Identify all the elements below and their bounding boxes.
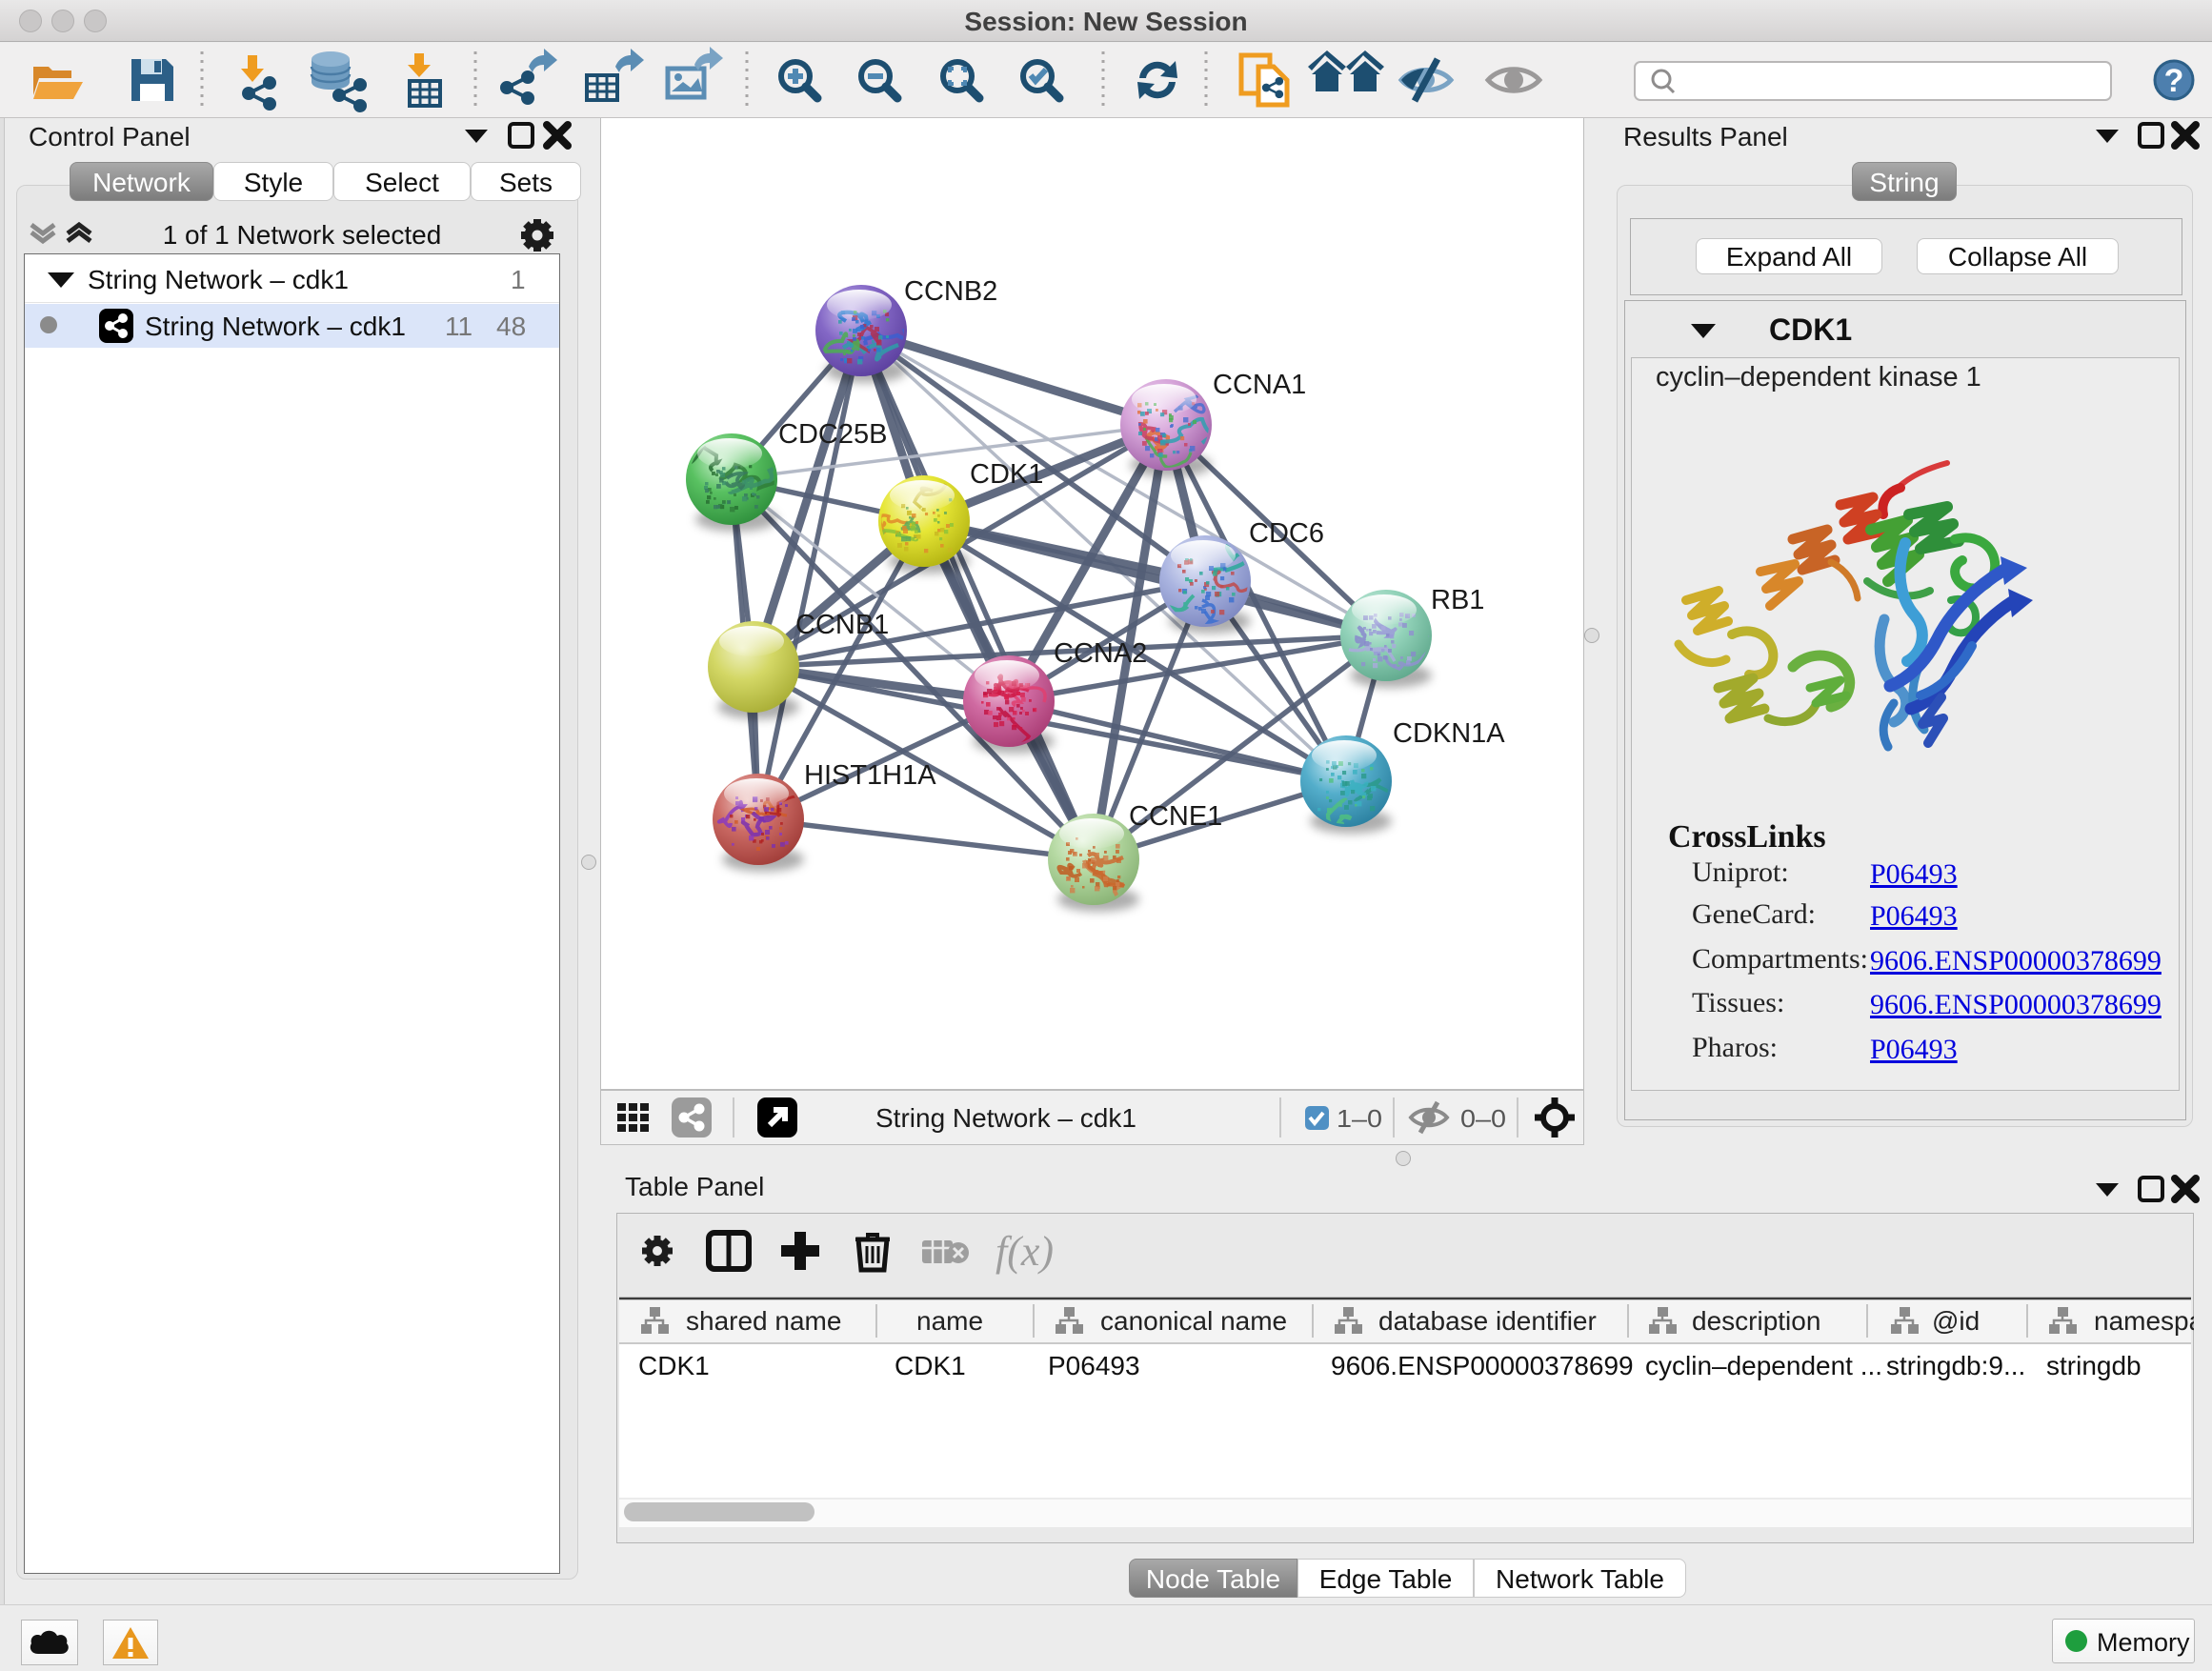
svg-text:description: description — [1692, 1306, 1820, 1336]
svg-text:1–0: 1–0 — [1337, 1104, 1382, 1133]
svg-text:CDK1: CDK1 — [970, 459, 1043, 490]
svg-text:shared name: shared name — [686, 1306, 841, 1336]
svg-text:CDK1: CDK1 — [638, 1351, 710, 1380]
svg-text:?: ? — [2164, 63, 2184, 99]
svg-text:CDKN1A: CDKN1A — [1393, 718, 1505, 749]
svg-text:9606.ENSP00000378699: 9606.ENSP00000378699 — [1331, 1351, 1634, 1380]
svg-text:namespac: namespac — [2094, 1306, 2194, 1336]
svg-text:CDC25B: CDC25B — [778, 419, 887, 450]
svg-text:HIST1H1A: HIST1H1A — [804, 760, 936, 791]
svg-text:CCNB2: CCNB2 — [904, 276, 997, 307]
svg-text:stringdb:9...: stringdb:9... — [1886, 1351, 2025, 1380]
svg-text:CCNA1: CCNA1 — [1213, 370, 1306, 400]
svg-text:f(x): f(x) — [995, 1228, 1054, 1275]
svg-text:stringdb: stringdb — [2046, 1351, 2142, 1380]
svg-text:P06493: P06493 — [1048, 1351, 1140, 1380]
svg-text:name: name — [916, 1306, 983, 1336]
svg-text:database identifier: database identifier — [1378, 1306, 1597, 1336]
svg-text:CCNA2: CCNA2 — [1054, 638, 1147, 669]
svg-text:String Network – cdk1: String Network – cdk1 — [875, 1103, 1136, 1133]
svg-text:1 of 1 Network selected: 1 of 1 Network selected — [163, 220, 442, 250]
svg-text:RB1: RB1 — [1431, 585, 1484, 615]
svg-text:CCNB1: CCNB1 — [795, 610, 889, 640]
svg-text:CDK1: CDK1 — [895, 1351, 966, 1380]
svg-text:CDC6: CDC6 — [1249, 518, 1324, 549]
svg-text:@id: @id — [1932, 1306, 1980, 1336]
svg-text:canonical name: canonical name — [1100, 1306, 1287, 1336]
svg-text:0–0: 0–0 — [1460, 1104, 1506, 1133]
svg-text:CCNE1: CCNE1 — [1129, 801, 1222, 832]
svg-text:cyclin–dependent ...: cyclin–dependent ... — [1645, 1351, 1882, 1380]
